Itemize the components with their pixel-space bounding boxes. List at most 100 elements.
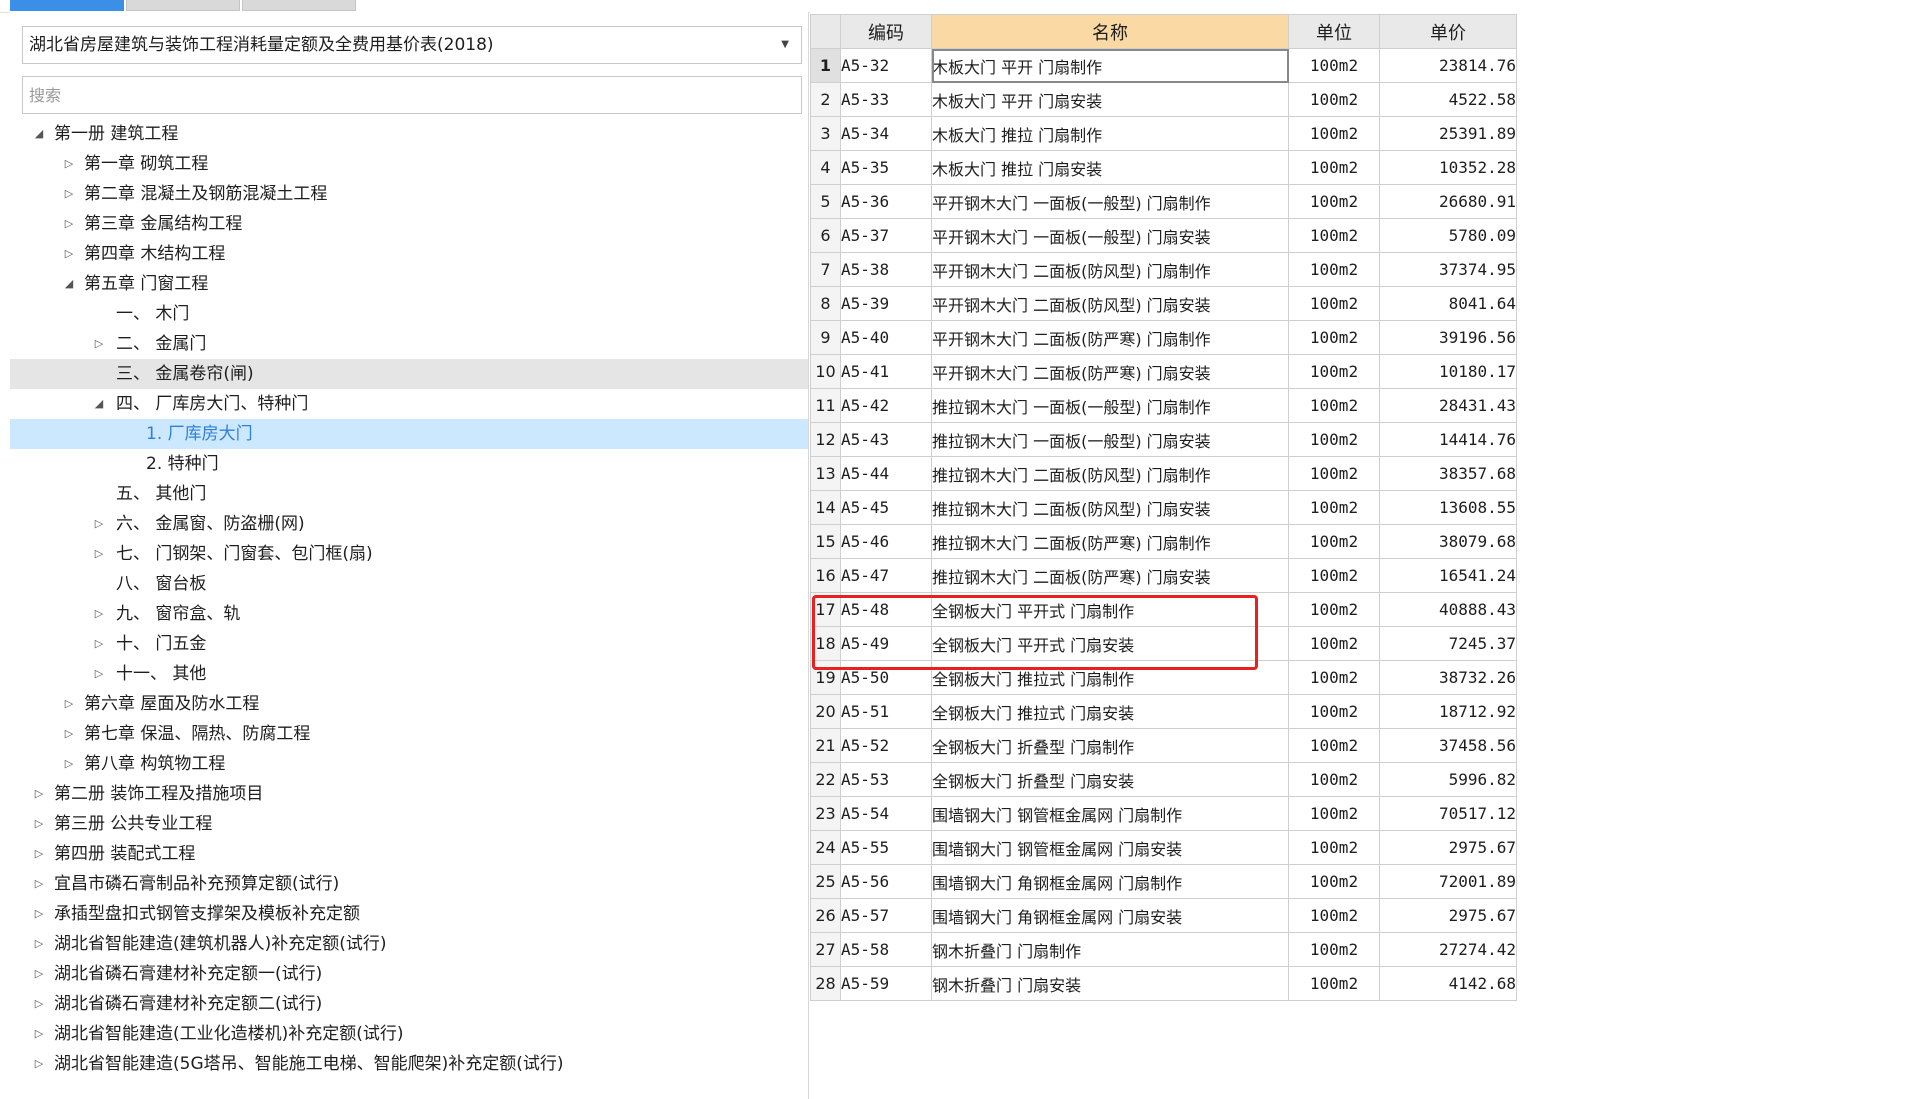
collapsed-triangle-icon[interactable]: ▷ xyxy=(32,1019,46,1049)
table-row[interactable]: 3 A5-34 木板大门 推拉 门扇制作 100m2 25391.89 xyxy=(810,116,1517,151)
price-cell[interactable]: 4142.68 xyxy=(1379,966,1517,1001)
row-number[interactable]: 13 xyxy=(810,456,841,491)
name-cell[interactable]: 推拉钢木大门 二面板(防严寒) 门扇制作 xyxy=(931,524,1289,559)
tree-node[interactable]: ▷ 湖北省智能建造(5G塔吊、智能施工电梯、智能爬架)补充定额(试行) xyxy=(10,1049,808,1079)
price-cell[interactable]: 2975.67 xyxy=(1379,898,1517,933)
name-cell[interactable]: 围墙钢大门 钢管框金属网 门扇制作 xyxy=(931,796,1289,831)
code-cell[interactable]: A5-53 xyxy=(840,762,932,797)
code-cell[interactable]: A5-47 xyxy=(840,558,932,593)
unit-cell[interactable]: 100m2 xyxy=(1288,864,1380,899)
table-row[interactable]: 16 A5-47 推拉钢木大门 二面板(防严寒) 门扇安装 100m2 16541.24 xyxy=(810,558,1517,593)
header-code[interactable]: 编码 xyxy=(840,14,932,49)
unit-cell[interactable]: 100m2 xyxy=(1288,150,1380,185)
unit-cell[interactable]: 100m2 xyxy=(1288,184,1380,219)
name-cell[interactable]: 全钢板大门 推拉式 门扇制作 xyxy=(931,660,1289,695)
table-row[interactable]: 7 A5-38 平开钢木大门 二面板(防风型) 门扇制作 100m2 37374.95 xyxy=(810,252,1517,287)
name-cell[interactable]: 围墙钢大门 角钢框金属网 门扇制作 xyxy=(931,864,1289,899)
row-number[interactable]: 3 xyxy=(810,116,841,151)
price-cell[interactable]: 14414.76 xyxy=(1379,422,1517,457)
code-cell[interactable]: A5-43 xyxy=(840,422,932,457)
name-cell[interactable]: 推拉钢木大门 二面板(防严寒) 门扇安装 xyxy=(931,558,1289,593)
name-cell[interactable]: 全钢板大门 推拉式 门扇安装 xyxy=(931,694,1289,729)
code-cell[interactable]: A5-50 xyxy=(840,660,932,695)
row-number[interactable]: 14 xyxy=(810,490,841,525)
price-cell[interactable]: 26680.91 xyxy=(1379,184,1517,219)
row-number[interactable]: 15 xyxy=(810,524,841,559)
price-cell[interactable]: 5780.09 xyxy=(1379,218,1517,253)
unit-cell[interactable]: 100m2 xyxy=(1288,320,1380,355)
collapsed-triangle-icon[interactable]: ▷ xyxy=(92,329,106,359)
collapsed-triangle-icon[interactable]: ▷ xyxy=(32,809,46,839)
code-cell[interactable]: A5-35 xyxy=(840,150,932,185)
unit-cell[interactable]: 100m2 xyxy=(1288,592,1380,627)
tree-node[interactable]: ▷ 第三章 金属结构工程 xyxy=(10,209,808,239)
tree-node[interactable]: ▷ 九、 窗帘盒、轨 xyxy=(10,599,808,629)
name-cell[interactable]: 平开钢木大门 一面板(一般型) 门扇安装 xyxy=(931,218,1289,253)
unit-cell[interactable]: 100m2 xyxy=(1288,388,1380,423)
tree-node[interactable]: ▷ 湖北省磷石膏建材补充定额一(试行) xyxy=(10,959,808,989)
code-cell[interactable]: A5-54 xyxy=(840,796,932,831)
table-row[interactable]: 14 A5-45 推拉钢木大门 二面板(防风型) 门扇安装 100m2 13608.55 xyxy=(810,490,1517,525)
tree-node[interactable]: ▷ 湖北省智能建造(工业化造楼机)补充定额(试行) xyxy=(10,1019,808,1049)
price-cell[interactable]: 25391.89 xyxy=(1379,116,1517,151)
price-cell[interactable]: 38357.68 xyxy=(1379,456,1517,491)
row-number[interactable]: 12 xyxy=(810,422,841,457)
code-cell[interactable]: A5-56 xyxy=(840,864,932,899)
table-row[interactable]: 28 A5-59 钢木折叠门 门扇安装 100m2 4142.68 xyxy=(810,966,1517,1001)
tree-node[interactable]: ▷ 第七章 保温、隔热、防腐工程 xyxy=(10,719,808,749)
table-row[interactable]: 9 A5-40 平开钢木大门 二面板(防严寒) 门扇制作 100m2 39196.56 xyxy=(810,320,1517,355)
row-number[interactable]: 5 xyxy=(810,184,841,219)
code-cell[interactable]: A5-59 xyxy=(840,966,932,1001)
unit-cell[interactable]: 100m2 xyxy=(1288,524,1380,559)
name-cell[interactable]: 木板大门 平开 门扇安装 xyxy=(931,82,1289,117)
unit-cell[interactable]: 100m2 xyxy=(1288,422,1380,457)
code-cell[interactable]: A5-34 xyxy=(840,116,932,151)
collapsed-triangle-icon[interactable]: ▷ xyxy=(62,209,76,239)
price-cell[interactable]: 37458.56 xyxy=(1379,728,1517,763)
header-unit[interactable]: 单位 xyxy=(1288,14,1380,49)
price-cell[interactable]: 38732.26 xyxy=(1379,660,1517,695)
code-cell[interactable]: A5-36 xyxy=(840,184,932,219)
tree-node[interactable]: ◢ 第一册 建筑工程 xyxy=(10,119,808,149)
tree-node[interactable]: ▷ 二、 金属门 xyxy=(10,329,808,359)
collapsed-triangle-icon[interactable]: ▷ xyxy=(62,689,76,719)
code-cell[interactable]: A5-49 xyxy=(840,626,932,661)
price-cell[interactable]: 10180.17 xyxy=(1379,354,1517,389)
tree-node[interactable]: ▷ 七、 门钢架、门窗套、包门框(扇) xyxy=(10,539,808,569)
tree-node[interactable]: ▷ 第六章 屋面及防水工程 xyxy=(10,689,808,719)
tree-node[interactable]: ◢ 第五章 门窗工程 xyxy=(10,269,808,299)
tree-node[interactable]: ▷ 第四册 装配式工程 xyxy=(10,839,808,869)
row-number[interactable]: 25 xyxy=(810,864,841,899)
tree-node[interactable]: ◢ 四、 厂库房大门、特种门 xyxy=(10,389,808,419)
row-number[interactable]: 24 xyxy=(810,830,841,865)
unit-cell[interactable]: 100m2 xyxy=(1288,252,1380,287)
unit-cell[interactable]: 100m2 xyxy=(1288,116,1380,151)
row-number[interactable]: 22 xyxy=(810,762,841,797)
name-cell[interactable]: 推拉钢木大门 二面板(防风型) 门扇制作 xyxy=(931,456,1289,491)
name-cell[interactable]: 木板大门 推拉 门扇安装 xyxy=(931,150,1289,185)
unit-cell[interactable]: 100m2 xyxy=(1288,660,1380,695)
unit-cell[interactable]: 100m2 xyxy=(1288,694,1380,729)
row-number[interactable]: 4 xyxy=(810,150,841,185)
tree-node[interactable]: ▷ 十一、 其他 xyxy=(10,659,808,689)
collapsed-triangle-icon[interactable]: ▷ xyxy=(32,779,46,809)
expanded-triangle-icon[interactable]: ◢ xyxy=(62,269,76,299)
row-number[interactable]: 28 xyxy=(810,966,841,1001)
unit-cell[interactable]: 100m2 xyxy=(1288,490,1380,525)
table-row[interactable]: 19 A5-50 全钢板大门 推拉式 门扇制作 100m2 38732.26 xyxy=(810,660,1517,695)
code-cell[interactable]: A5-41 xyxy=(840,354,932,389)
row-number[interactable]: 21 xyxy=(810,728,841,763)
price-cell[interactable]: 70517.12 xyxy=(1379,796,1517,831)
table-row[interactable]: 2 A5-33 木板大门 平开 门扇安装 100m2 4522.58 xyxy=(810,82,1517,117)
name-cell[interactable]: 木板大门 平开 门扇制作 xyxy=(931,48,1289,83)
expanded-triangle-icon[interactable]: ◢ xyxy=(32,119,46,149)
tab-2[interactable] xyxy=(126,0,240,11)
row-number[interactable]: 18 xyxy=(810,626,841,661)
tree-node[interactable]: ▷ 第三册 公共专业工程 xyxy=(10,809,808,839)
collapsed-triangle-icon[interactable]: ▷ xyxy=(62,179,76,209)
tab-active[interactable] xyxy=(10,0,124,11)
code-cell[interactable]: A5-57 xyxy=(840,898,932,933)
row-number[interactable]: 16 xyxy=(810,558,841,593)
row-number[interactable]: 8 xyxy=(810,286,841,321)
price-cell[interactable]: 39196.56 xyxy=(1379,320,1517,355)
